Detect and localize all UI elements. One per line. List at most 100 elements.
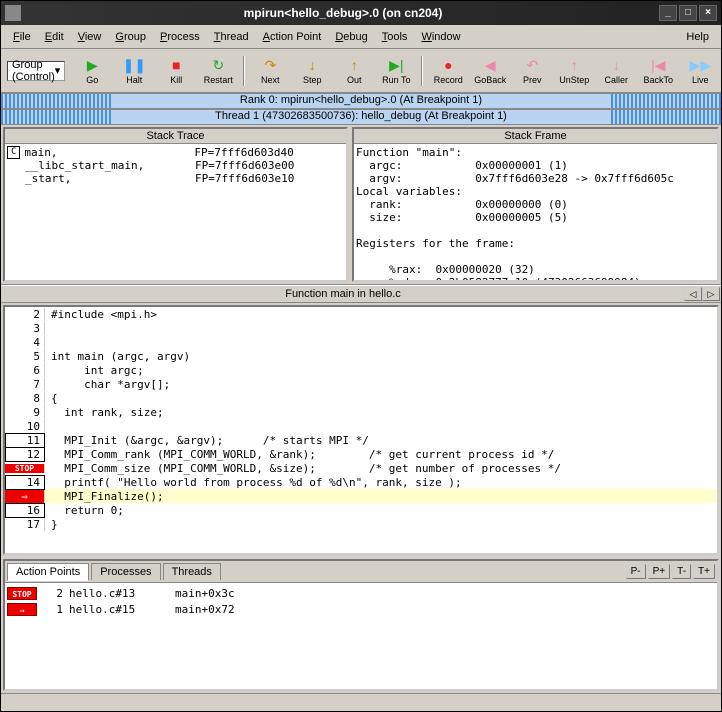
button-t+[interactable]: T+ [693,564,715,579]
menu-group[interactable]: Group [109,29,152,45]
step-button[interactable]: ↓Step [291,51,333,91]
menu-action-point[interactable]: Action Point [257,29,328,45]
source-line[interactable]: STOP MPI_Comm_size (MPI_COMM_WORLD, &siz… [5,461,717,475]
button-t-[interactable]: T- [672,564,691,579]
source-line[interactable]: 7 char *argv[]; [5,377,717,391]
action-point-row[interactable]: ⇒1hello.c#15main+0x72 [7,601,715,617]
menu-help[interactable]: Help [680,29,715,45]
menu-window[interactable]: Window [415,29,466,45]
gutter[interactable]: 4 [5,336,45,349]
breakpoint-badge: ⇒ [7,603,37,616]
gutter[interactable]: 3 [5,322,45,335]
stack-frame-body[interactable]: Function "main": argc: 0x00000001 (1) ar… [354,144,717,280]
source-text: MPI_Finalize(); [45,490,164,503]
gutter[interactable]: ⇒ [5,490,45,503]
group-selector[interactable]: Group (Control) ▾ [7,61,65,81]
restart-button[interactable]: ↻Restart [197,51,239,91]
backto-icon: |◀ [649,56,667,74]
gutter[interactable]: 9 [5,406,45,419]
source-line[interactable]: 14 printf( "Hello world from process %d … [5,475,717,489]
record-button[interactable]: ●Record [427,51,469,91]
go-button[interactable]: ▶Go [71,51,113,91]
source-text: int argc; [45,364,144,377]
gutter[interactable]: 16 [5,503,45,518]
source-line[interactable]: 8{ [5,391,717,405]
gutter[interactable]: 8 [5,392,45,405]
gutter[interactable]: 5 [5,350,45,363]
source-text: char *argv[]; [45,378,170,391]
caller-button[interactable]: ↓Caller [595,51,637,91]
close-button[interactable]: × [699,5,717,21]
tab-action-points[interactable]: Action Points [7,563,89,581]
source-line[interactable]: 3 [5,321,717,335]
action-point-row[interactable]: STOP2hello.c#13main+0x3c [7,585,715,601]
menu-file[interactable]: File [7,29,37,45]
live-button[interactable]: ▶▶Live [679,51,721,91]
caller-icon: ↓ [607,56,625,74]
source-text: } [45,518,58,531]
run to-button[interactable]: ▶|Run To [375,51,417,91]
nav-prev-button[interactable]: ◁ [684,287,702,301]
source-body[interactable]: 2#include <mpi.h>345int main (argc, argv… [5,307,717,553]
stack-row[interactable]: _start,FP=7fff6d603e10 [7,172,344,185]
menu-debug[interactable]: Debug [329,29,373,45]
source-line[interactable]: 6 int argc; [5,363,717,377]
function-header-text: Function main in hello.c [2,288,684,300]
halt-button[interactable]: ❚❚Halt [113,51,155,91]
source-line[interactable]: 9 int rank, size; [5,405,717,419]
button-p-[interactable]: P- [626,564,646,579]
gutter[interactable]: 7 [5,378,45,391]
live-icon: ▶▶ [691,56,709,74]
kill-button[interactable]: ■Kill [155,51,197,91]
source-line[interactable]: 16 return 0; [5,503,717,517]
gutter[interactable]: 10 [5,420,45,433]
out-icon: ↑ [345,56,363,74]
source-text: int main (argc, argv) [45,350,190,363]
goback-button[interactable]: ◀GoBack [469,51,511,91]
stack-row[interactable]: Cmain,FP=7fff6d603d40 [7,146,344,159]
menu-thread[interactable]: Thread [208,29,255,45]
source-line[interactable]: 5int main (argc, argv) [5,349,717,363]
nav-next-button[interactable]: ▷ [702,287,720,301]
chevron-down-icon: ▾ [55,64,61,77]
menu-process[interactable]: Process [154,29,206,45]
action-points-body[interactable]: STOP2hello.c#13main+0x3c⇒1hello.c#15main… [5,583,717,689]
out-button[interactable]: ↑Out [333,51,375,91]
gutter[interactable]: 6 [5,364,45,377]
source-line[interactable]: 11 MPI_Init (&argc, &argv); /* starts MP… [5,433,717,447]
menu-tools[interactable]: Tools [376,29,414,45]
tab-processes[interactable]: Processes [91,563,160,580]
source-line[interactable]: 2#include <mpi.h> [5,307,717,321]
gutter[interactable]: 14 [5,475,45,490]
source-line[interactable]: 10 [5,419,717,433]
gutter[interactable]: 2 [5,308,45,321]
toolbar-separator [243,56,245,86]
gutter[interactable]: 12 [5,447,45,462]
minimize-button[interactable]: _ [659,5,677,21]
menu-edit[interactable]: Edit [39,29,70,45]
source-line[interactable]: 12 MPI_Comm_rank (MPI_COMM_WORLD, &rank)… [5,447,717,461]
backto-button[interactable]: |◀BackTo [637,51,679,91]
source-text: int rank, size; [45,406,164,419]
run to-icon: ▶| [387,56,405,74]
prev-button[interactable]: ↶Prev [511,51,553,91]
next-button[interactable]: ↷Next [249,51,291,91]
kill-icon: ■ [167,56,185,74]
source-line[interactable]: ⇒ MPI_Finalize(); [5,489,717,503]
titlebar: mpirun<hello_debug>.0 (on cn204) _ □ × [1,1,721,25]
maximize-button[interactable]: □ [679,5,697,21]
tab-threads[interactable]: Threads [163,563,221,580]
goback-icon: ◀ [481,56,499,74]
source-line[interactable]: 4 [5,335,717,349]
thread-status[interactable]: Thread 1 (47302683500736): hello_debug (… [1,109,721,125]
button-p+[interactable]: P+ [648,564,671,579]
stack-trace-body[interactable]: Cmain,FP=7fff6d603d40__libc_start_main,F… [5,144,346,280]
source-line[interactable]: 17} [5,517,717,531]
rank-status[interactable]: Rank 0: mpirun<hello_debug>.0 (At Breakp… [1,93,721,109]
stack-row[interactable]: __libc_start_main,FP=7fff6d603e00 [7,159,344,172]
gutter[interactable]: STOP [5,464,45,473]
gutter[interactable]: 11 [5,433,45,448]
menu-view[interactable]: View [72,29,108,45]
unstep-button[interactable]: ↑UnStep [553,51,595,91]
gutter[interactable]: 17 [5,518,45,531]
